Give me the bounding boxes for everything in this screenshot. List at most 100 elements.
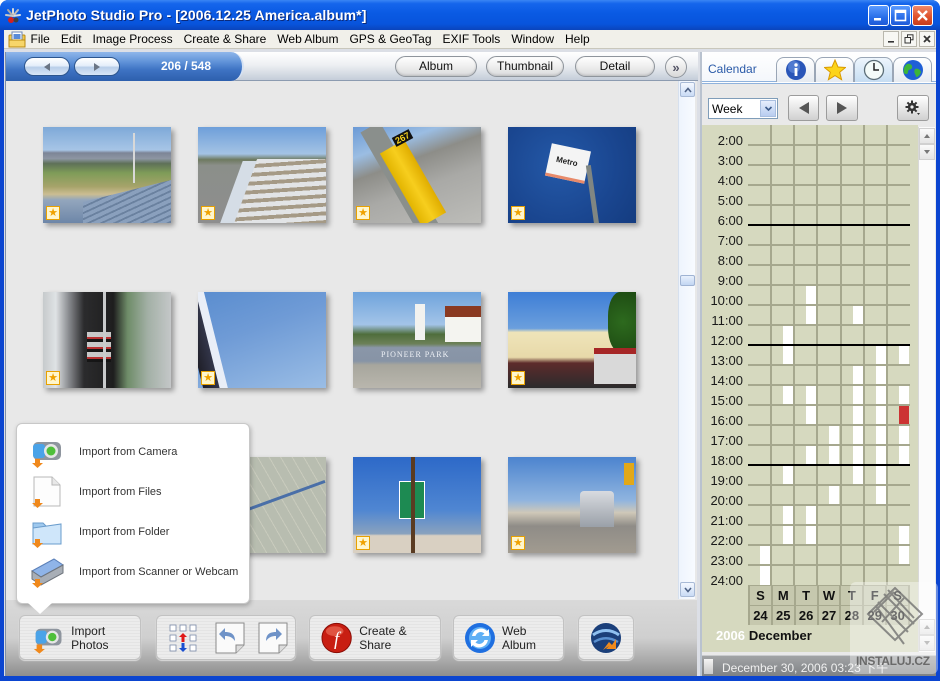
album-document-icon[interactable] (8, 31, 26, 48)
hour-label: 22:00 (710, 533, 743, 548)
calendar-settings-button[interactable] (897, 95, 929, 121)
mdi-close-button[interactable] (919, 31, 935, 47)
photo-time-block[interactable] (783, 385, 793, 405)
import-from-camera-item[interactable]: Import from Camera (29, 435, 244, 469)
thumbnail-cell: ★ (198, 127, 326, 223)
day-date[interactable]: 25 (773, 606, 796, 625)
gear-icon (905, 100, 920, 115)
minimize-button[interactable] (868, 5, 889, 26)
menu-create-share[interactable]: Create & Share (178, 30, 272, 49)
import-from-scanner-item[interactable]: Import from Scanner or Webcam (29, 555, 244, 589)
menu-file[interactable]: File (25, 30, 55, 49)
favorite-star-icon[interactable]: ★ (511, 371, 525, 385)
previous-photo-button[interactable] (24, 57, 70, 76)
maximize-button[interactable] (890, 5, 911, 26)
navigation-counter-area: 206 / 548 (6, 52, 244, 81)
close-button[interactable] (912, 5, 933, 26)
photo-time-block[interactable] (783, 465, 793, 485)
scroll-thumb[interactable] (680, 275, 695, 286)
thumbnail-scrollbar[interactable] (678, 81, 695, 599)
import-photos-button[interactable]: Import Photos (19, 615, 141, 660)
camera-import-icon (33, 628, 62, 654)
photo-time-block[interactable] (806, 445, 816, 465)
thumbnail-cell: ★ (508, 292, 636, 388)
organize-button-group (156, 615, 296, 660)
day-gridline (886, 125, 888, 585)
photo-time-block[interactable] (853, 305, 863, 325)
panel-title: Calendar (708, 62, 757, 76)
previous-week-button[interactable] (788, 95, 819, 121)
dropdown-button[interactable] (760, 100, 776, 117)
photo-time-block[interactable] (899, 345, 909, 365)
view-range-select[interactable]: Week (708, 98, 778, 119)
import-from-folder-item[interactable]: Import from Folder (29, 515, 244, 549)
hour-label: 6:00 (717, 213, 743, 228)
favorite-star-icon[interactable]: ★ (46, 206, 60, 220)
next-photo-button[interactable] (74, 57, 120, 76)
favorite-star-icon[interactable]: ★ (356, 206, 370, 220)
photo-thumbnail[interactable]: ★ (353, 457, 481, 553)
photo-thumbnail[interactable]: ★ (198, 292, 326, 388)
next-week-button[interactable] (826, 95, 858, 121)
import-from-files-item[interactable]: Import from Files (29, 475, 244, 509)
calendar-scroll-up-button[interactable] (919, 128, 935, 144)
view-detail-button[interactable]: Detail (575, 56, 655, 77)
minimize-icon (874, 18, 881, 21)
menu-gps-geotag[interactable]: GPS & GeoTag (344, 30, 437, 49)
photo-time-block[interactable] (829, 485, 839, 505)
reorder-icon[interactable] (169, 624, 199, 652)
view-album-button[interactable]: Album (395, 56, 477, 77)
menu-exif-tools[interactable]: EXIF Tools (437, 30, 506, 49)
web-album-button[interactable]: Web Album (453, 615, 564, 660)
panel-header: Calendar (702, 52, 936, 84)
navigation-bar: 206 / 548 Album Thumbnail Detail » (6, 52, 698, 81)
undo-button[interactable] (213, 621, 247, 655)
favorite-star-icon[interactable]: ★ (201, 206, 215, 220)
favorite-star-icon[interactable]: ★ (511, 206, 525, 220)
week-time-grid[interactable] (748, 125, 910, 585)
favorite-star-icon[interactable]: ★ (46, 371, 60, 385)
scanner-icon (31, 558, 64, 588)
menu-edit[interactable]: Edit (55, 30, 87, 49)
photo-thumbnail[interactable]: ★ (508, 292, 636, 388)
photo-thumbnail[interactable]: Metro ★ (508, 127, 636, 223)
redo-button[interactable] (256, 621, 290, 655)
calendar-scroll-down-button[interactable] (919, 144, 935, 160)
favorite-star-icon[interactable]: ★ (356, 536, 370, 550)
create-share-button[interactable]: f Create & Share (309, 615, 441, 660)
photo-thumbnail[interactable]: 267 ★ (353, 127, 481, 223)
hour-label: 24:00 (710, 573, 743, 588)
menu-help[interactable]: Help (560, 30, 596, 49)
tab-info[interactable] (776, 57, 815, 82)
triangle-up-icon (924, 134, 930, 138)
photo-time-block[interactable] (899, 385, 909, 405)
menu-image-process[interactable]: Image Process (87, 30, 178, 49)
photo-thumbnail[interactable]: ★ (508, 457, 636, 553)
day-date[interactable]: 27 (819, 606, 842, 625)
period-divider-line (748, 464, 910, 466)
mdi-minimize-button[interactable] (883, 31, 899, 47)
favorite-star-icon[interactable]: ★ (511, 536, 525, 550)
menu-window[interactable]: Window (506, 30, 560, 49)
google-earth-button[interactable] (578, 615, 634, 660)
photo-thumbnail[interactable]: PIONEER PARK (353, 292, 481, 388)
more-views-button[interactable]: » (665, 56, 687, 78)
favorite-star-icon[interactable]: ★ (201, 371, 215, 385)
scroll-up-button[interactable] (680, 82, 695, 97)
scroll-down-button[interactable] (680, 582, 695, 597)
tab-favorites[interactable] (815, 57, 854, 82)
restore-icon (904, 34, 914, 44)
menu-web-album[interactable]: Web Album (272, 30, 344, 49)
photo-thumbnail[interactable]: ★ (198, 127, 326, 223)
mdi-restore-button[interactable] (901, 31, 917, 47)
calendar-scrollbar[interactable] (918, 127, 935, 652)
photo-thumbnail[interactable]: ★ (43, 127, 171, 223)
day-date[interactable]: 24 (748, 606, 773, 625)
tab-calendar[interactable] (854, 57, 893, 82)
view-thumbnail-button[interactable]: Thumbnail (486, 56, 564, 77)
tab-map[interactable] (893, 57, 932, 82)
month-name-label: December (748, 628, 812, 643)
day-date[interactable]: 26 (796, 606, 819, 625)
selected-photo-block[interactable] (899, 405, 909, 425)
photo-thumbnail[interactable]: ★ (43, 292, 171, 388)
